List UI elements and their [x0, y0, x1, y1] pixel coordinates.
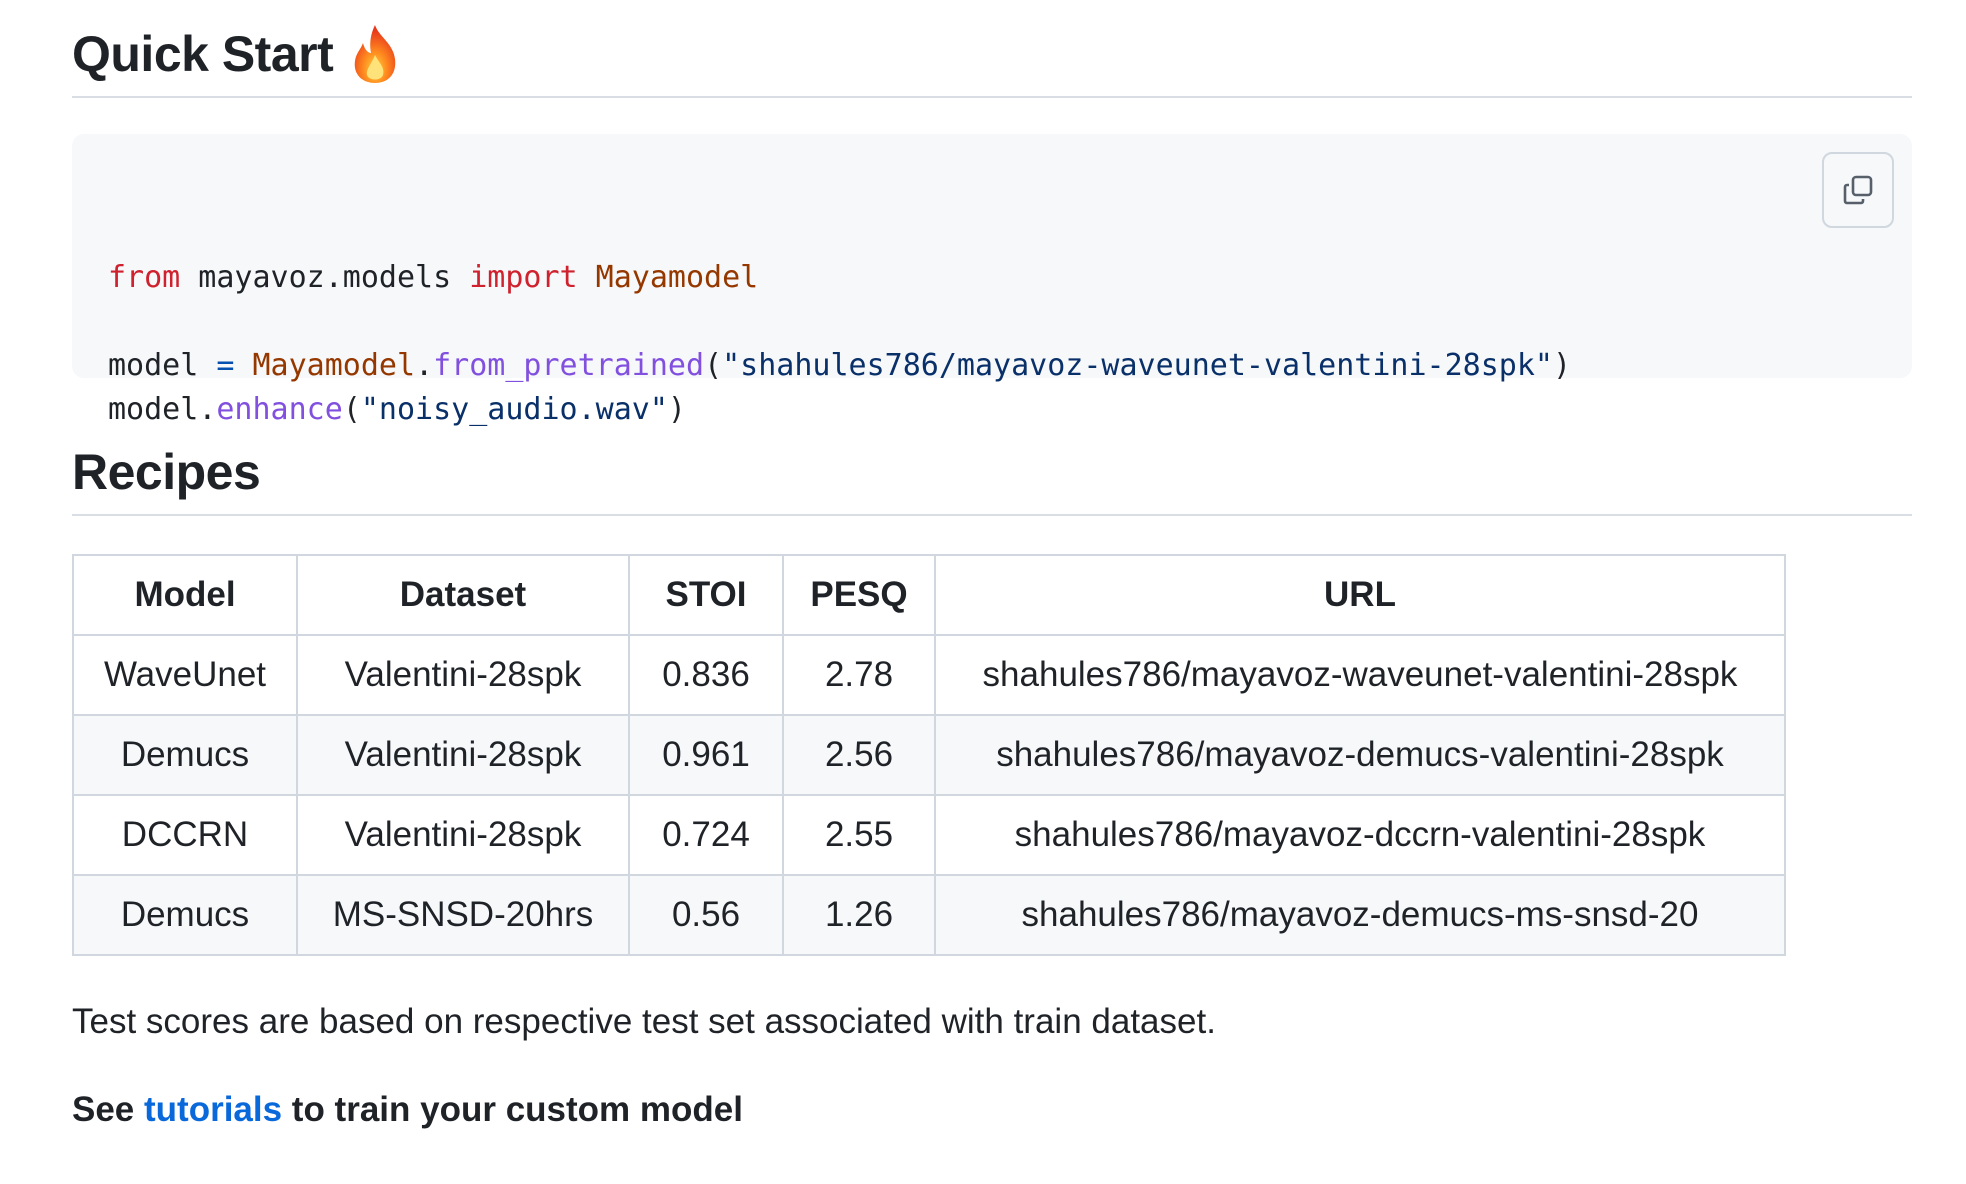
cell-pesq: 2.78 [782, 634, 936, 716]
cell-dataset: Valentini-28spk [296, 634, 630, 716]
table-row: Demucs MS-SNSD-20hrs 0.56 1.26 shahules7… [72, 874, 1786, 956]
code-token: ( [342, 392, 361, 427]
table-row: DCCRN Valentini-28spk 0.724 2.55 shahule… [72, 794, 1786, 876]
code-token: ) [1552, 348, 1572, 383]
cell-pesq: 2.55 [782, 794, 936, 876]
code-line: model.enhance("noisy_audio.wav") [108, 388, 1876, 432]
cell-stoi: 0.724 [628, 794, 784, 876]
cell-model: Demucs [72, 714, 298, 796]
cell-url: shahules786/mayavoz-waveunet-valentini-2… [934, 634, 1786, 716]
cell-url: shahules786/mayavoz-demucs-valentini-28s… [934, 714, 1786, 796]
recipes-table: Model Dataset STOI PESQ URL WaveUnet Val… [72, 554, 1786, 956]
code-token: from [108, 260, 181, 295]
code-line: from mayavoz.models import Mayamodel [108, 256, 1876, 300]
code-line: model = Mayamodel.from_pretrained("shahu… [108, 344, 1876, 388]
code-token: "noisy_audio.wav" [360, 392, 668, 427]
code-lines: from mayavoz.models import Mayamodel mode… [108, 256, 1876, 432]
code-token: Mayamodel [595, 260, 759, 295]
readme-content: Quick Start from mayavoz.models import M… [72, 0, 1912, 1129]
table-header-row: Model Dataset STOI PESQ URL [72, 554, 1786, 636]
cell-stoi: 0.961 [628, 714, 784, 796]
code-token: "shahules786/mayavoz-waveunet-valentini-… [722, 348, 1553, 383]
cell-dataset: MS-SNSD-20hrs [296, 874, 630, 956]
code-token: model [108, 392, 199, 427]
see-suffix: to train your custom model [282, 1090, 743, 1129]
code-token: from_pretrained [433, 348, 705, 383]
test-scores-note: Test scores are based on respective test… [72, 1002, 1216, 1041]
code-token: mayavoz.models [180, 260, 470, 295]
quick-start-title: Quick Start [72, 26, 334, 82]
code-token: ( [704, 348, 723, 383]
column-header-pesq: PESQ [782, 554, 936, 636]
column-header-model: Model [72, 554, 298, 636]
quick-start-heading: Quick Start [72, 0, 1912, 98]
code-token: . [415, 348, 434, 383]
cell-stoi: 0.56 [628, 874, 784, 956]
cell-url: shahules786/mayavoz-demucs-ms-snsd-20 [934, 874, 1786, 956]
cell-model: WaveUnet [72, 634, 298, 716]
code-token: model [108, 348, 217, 383]
cell-model: Demucs [72, 874, 298, 956]
code-token: ) [667, 392, 686, 427]
copy-button[interactable] [1822, 152, 1894, 228]
cell-pesq: 2.56 [782, 714, 936, 796]
cell-pesq: 1.26 [782, 874, 936, 956]
column-header-stoi: STOI [628, 554, 784, 636]
tutorials-link[interactable]: tutorials [144, 1090, 282, 1129]
fire-icon [354, 25, 396, 83]
column-header-url: URL [934, 554, 1786, 636]
code-token: import [469, 260, 578, 295]
code-token: . [198, 392, 217, 427]
cell-url: shahules786/mayavoz-dccrn-valentini-28sp… [934, 794, 1786, 876]
code-token: Mayamodel [252, 348, 416, 383]
cell-model: DCCRN [72, 794, 298, 876]
code-block: from mayavoz.models import Mayamodel mode… [72, 134, 1912, 427]
recipes-heading: Recipes [72, 430, 1912, 516]
see-prefix: See [72, 1090, 144, 1129]
code-token: enhance [216, 392, 343, 427]
code-token: = [216, 348, 235, 383]
cell-dataset: Valentini-28spk [296, 714, 630, 796]
table-row: Demucs Valentini-28spk 0.961 2.56 shahul… [72, 714, 1786, 796]
cell-dataset: Valentini-28spk [296, 794, 630, 876]
cell-stoi: 0.836 [628, 634, 784, 716]
table-row: WaveUnet Valentini-28spk 0.836 2.78 shah… [72, 634, 1786, 716]
tutorials-paragraph: See tutorials to train your custom model [72, 1090, 743, 1130]
column-header-dataset: Dataset [296, 554, 630, 636]
copy-icon [1843, 175, 1873, 205]
